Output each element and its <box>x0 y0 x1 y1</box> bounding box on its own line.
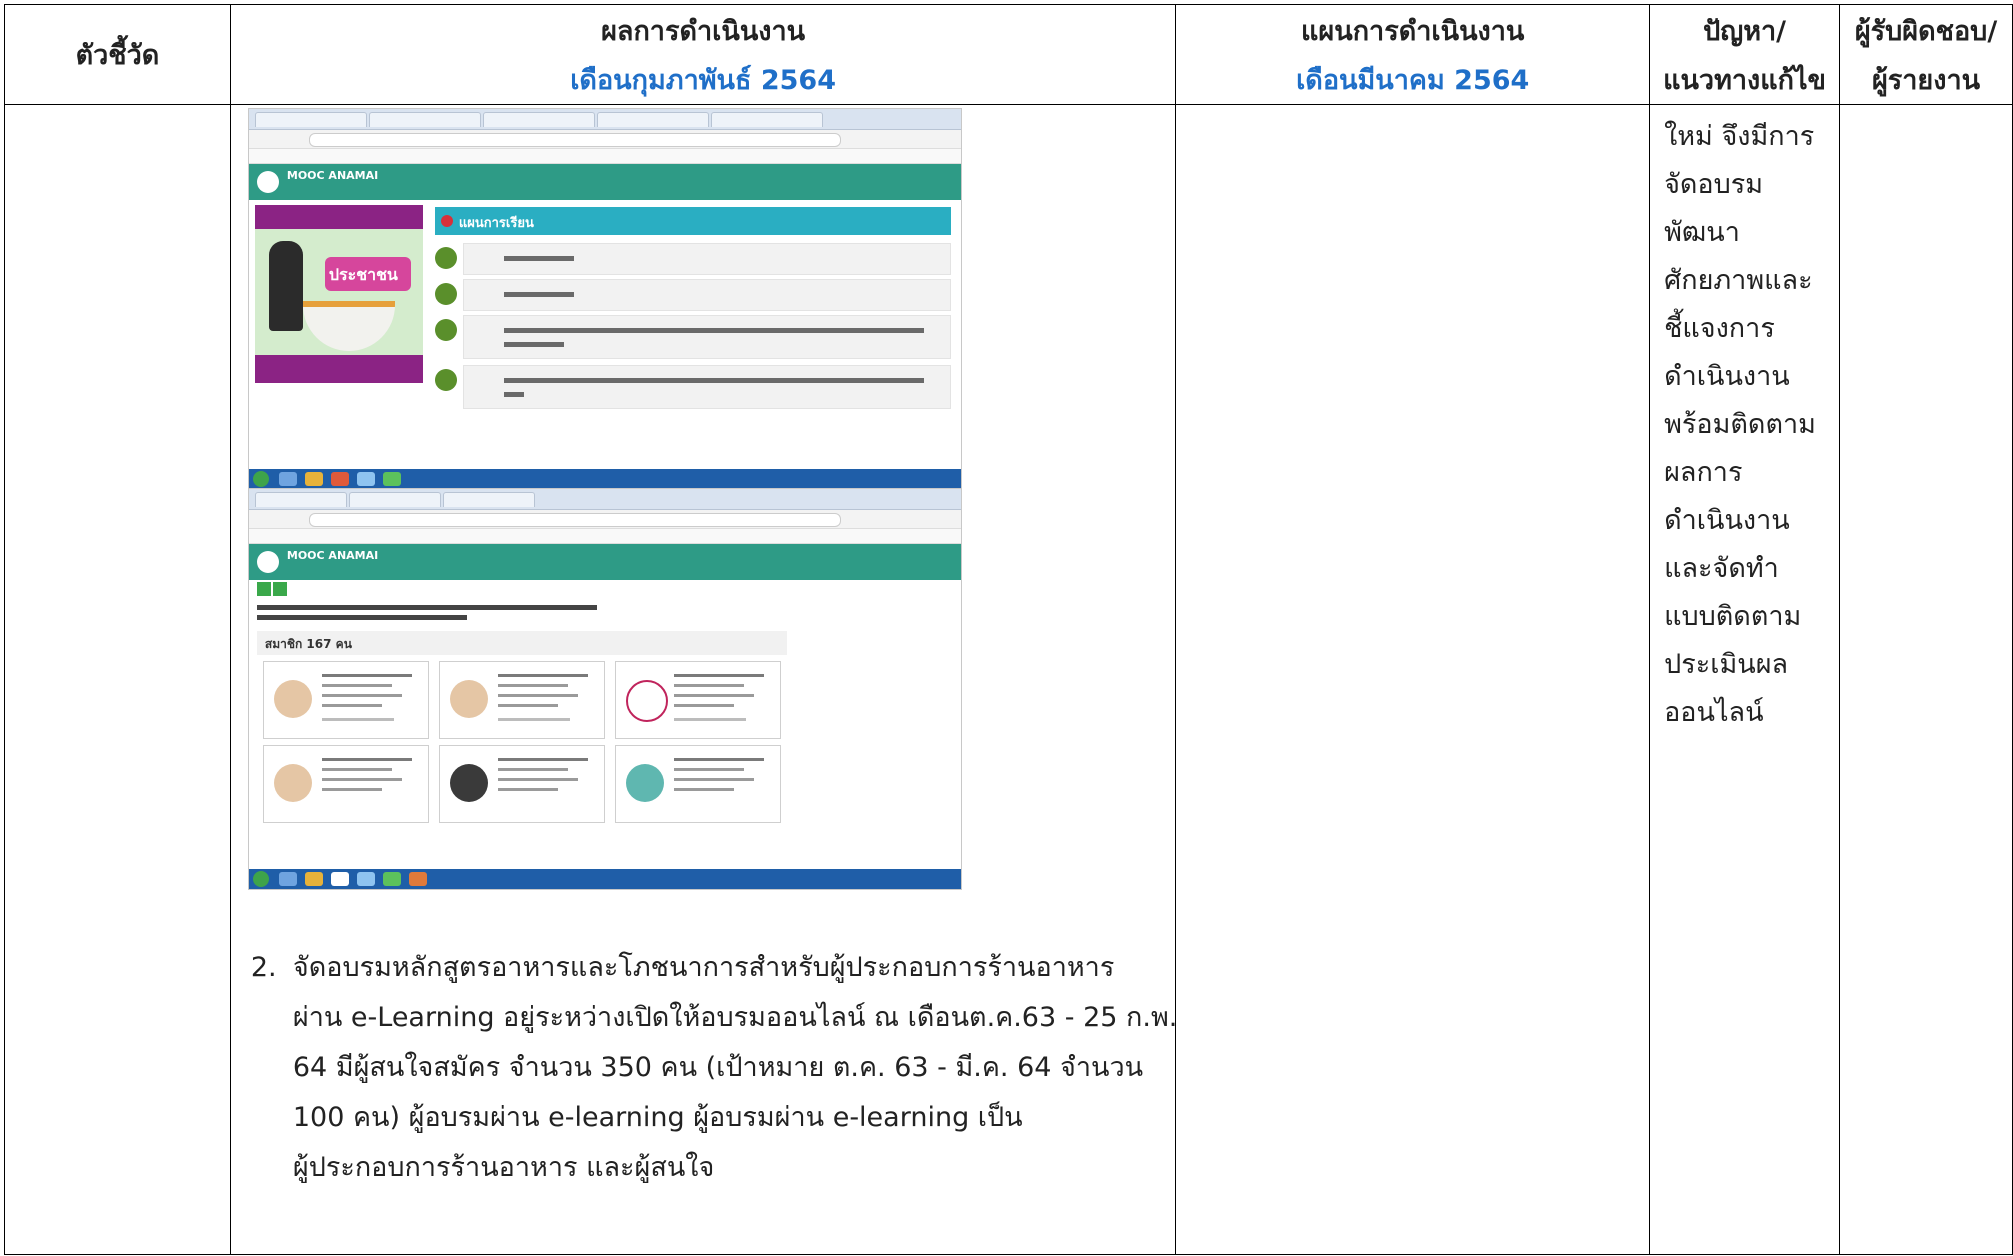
site-name: MOOC ANAMAI <box>286 549 379 562</box>
start-button-icon <box>252 871 269 887</box>
browser-bookmarks-bar <box>248 529 961 544</box>
pagination <box>256 581 289 600</box>
work-item: 2. จัดอบรมหลักสูตรอาหารและโภชนาการสำหรับ… <box>251 943 1177 1193</box>
header-problem: ปัญหา/ แนวทางแก้ไข <box>1649 4 1841 105</box>
header-results-month: เดือนกุมภาพันธ์ 2564 <box>570 64 837 96</box>
site-logo-icon <box>256 171 279 193</box>
lesson-item <box>434 279 951 311</box>
lesson-item <box>434 243 951 275</box>
member-card <box>614 661 781 739</box>
indicator-cell <box>4 104 231 1255</box>
header-results: ผลการดำเนินงาน เดือนกุมภาพันธ์ 2564 <box>229 4 1177 105</box>
screenshot-member-list: MOOC ANAMAI สมาชิก 167 คน <box>248 489 961 889</box>
food-bowl-illustration <box>302 301 395 351</box>
person-illustration <box>268 241 303 331</box>
results-cell: MOOC ANAMAI ประชาชน แผนการเรียน MOOC ANA… <box>229 104 1177 1255</box>
course-promo-image: ประชาชน <box>254 205 423 383</box>
screenshot-lesson-plan: MOOC ANAMAI ประชาชน แผนการเรียน <box>248 109 961 489</box>
site-header: MOOC ANAMAI <box>248 164 961 200</box>
browser-tab-bar <box>248 489 961 510</box>
header-plan-month: เดือนมีนาคม 2564 <box>1296 64 1530 96</box>
problem-text: ใหม่ จึงมีการ จัดอบรม พัฒนา ศักยภาพและ ช… <box>1664 121 1816 728</box>
content-row: MOOC ANAMAI ประชาชน แผนการเรียน MOOC ANA… <box>4 104 2013 1255</box>
lesson-item <box>434 315 951 359</box>
browser-address-bar <box>248 130 961 149</box>
browser-tab-bar <box>248 109 961 130</box>
member-card <box>614 745 781 823</box>
work-item-list: 2. จัดอบรมหลักสูตรอาหารและโภชนาการสำหรับ… <box>231 943 1177 1193</box>
member-card <box>438 745 605 823</box>
responsible-cell <box>1839 104 2013 1255</box>
work-item-number: 2. <box>250 952 277 983</box>
lesson-plan-header: แผนการเรียน <box>434 207 951 235</box>
member-card <box>438 661 605 739</box>
windows-taskbar <box>248 469 961 489</box>
plan-cell <box>1175 104 1651 1255</box>
start-button-icon <box>252 471 269 487</box>
site-name: MOOC ANAMAI <box>286 169 379 182</box>
browser-address-bar <box>248 510 961 529</box>
report-table: ตัวชี้วัด ผลการดำเนินงาน เดือนกุมภาพันธ์… <box>4 4 2013 1255</box>
header-responsible: ผู้รับผิดชอบ/ ผู้รายงาน <box>1839 4 2013 105</box>
promo-tag-text: ประชาชน <box>328 265 398 284</box>
header-indicator: ตัวชี้วัด <box>4 4 231 105</box>
site-logo-icon <box>256 551 279 573</box>
problem-cell: ใหม่ จึงมีการ จัดอบรม พัฒนา ศักยภาพและ ช… <box>1649 104 1841 1255</box>
header-plan: แผนการดำเนินงาน เดือนมีนาคม 2564 <box>1175 4 1651 105</box>
lesson-item <box>434 365 951 409</box>
member-card <box>262 745 429 823</box>
site-header: MOOC ANAMAI <box>248 544 961 580</box>
header-row: ตัวชี้วัด ผลการดำเนินงาน เดือนกุมภาพันธ์… <box>4 4 2013 105</box>
member-card <box>262 661 429 739</box>
members-count-bar: สมาชิก 167 คน <box>256 631 787 655</box>
windows-taskbar <box>248 869 961 889</box>
browser-bookmarks-bar <box>248 149 961 164</box>
